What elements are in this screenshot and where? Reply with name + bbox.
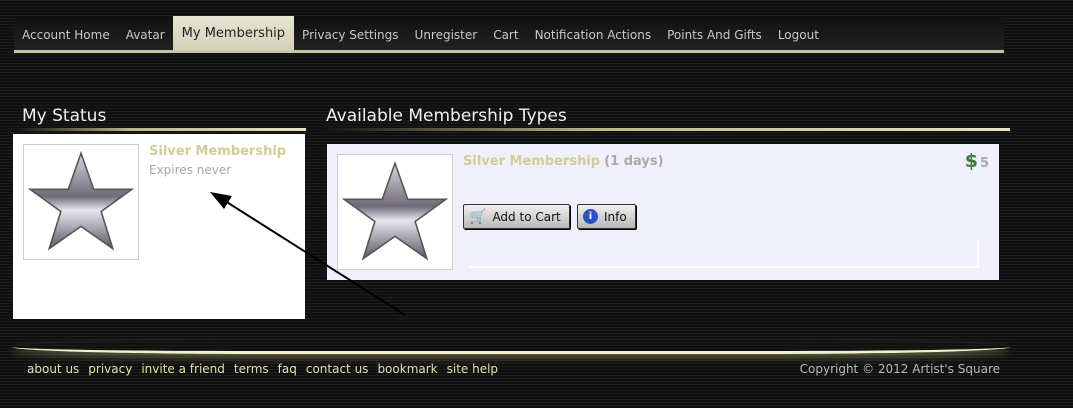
footer-about-us[interactable]: about us xyxy=(27,362,79,376)
footer-links: about us privacy invite a friend terms f… xyxy=(27,362,498,376)
footer-privacy[interactable]: privacy xyxy=(88,362,132,376)
footer-bookmark[interactable]: bookmark xyxy=(377,362,437,376)
footer-contact-us[interactable]: contact us xyxy=(306,362,369,376)
footer-faq[interactable]: faq xyxy=(278,362,297,376)
footer-invite-friend[interactable]: invite a friend xyxy=(141,362,225,376)
footer-divider xyxy=(12,340,1010,354)
footer-terms[interactable]: terms xyxy=(234,362,269,376)
copyright: Copyright © 2012 Artist's Square xyxy=(799,362,1000,376)
footer-site-help[interactable]: site help xyxy=(447,362,498,376)
